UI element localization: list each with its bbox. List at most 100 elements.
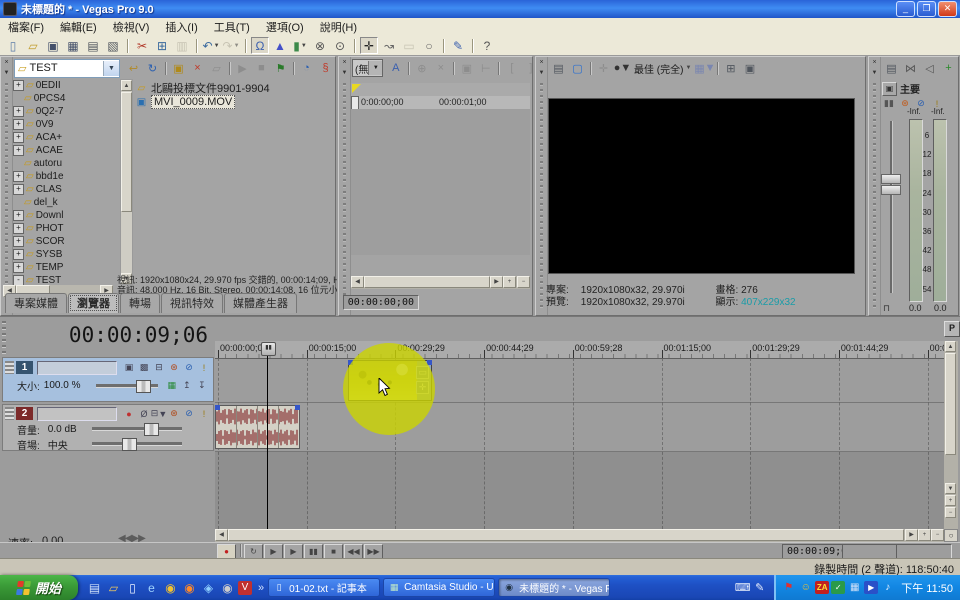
automation-settings-icon[interactable]: ⊟▼ <box>152 407 166 420</box>
tree-item[interactable]: ▱0PCS4 <box>13 92 133 105</box>
delete-subclip-icon[interactable]: × <box>432 60 449 76</box>
tab-3[interactable]: 轉場 <box>120 293 160 313</box>
menu-item[interactable]: 檢視(V) <box>105 18 158 36</box>
lock-fader-icon[interactable]: ⊓ <box>883 303 890 314</box>
tree-item[interactable]: ▱autoru <box>13 157 133 170</box>
tab-4[interactable]: 視訊特效 <box>161 293 223 313</box>
chevron-down-icon[interactable]: ▼ <box>685 65 691 71</box>
save-markers-icon[interactable]: ▣ <box>458 60 475 76</box>
tab-2[interactable]: 瀏覽器 <box>68 293 119 313</box>
slider-thumb[interactable] <box>122 438 137 451</box>
arm-for-record-icon[interactable]: ● <box>122 407 136 420</box>
project-properties-icon[interactable]: ▧ <box>104 37 122 54</box>
ignore-event-grouping-icon[interactable]: ⊗ <box>311 37 329 54</box>
copy-icon[interactable]: ⊞ <box>153 37 171 54</box>
paste-icon[interactable]: ▥ <box>173 37 191 54</box>
trimmer-cursor-flag[interactable] <box>351 96 359 110</box>
dim-output-icon[interactable]: ◁ <box>921 60 938 76</box>
invert-phase-icon[interactable]: Ø <box>137 407 151 420</box>
tree-item[interactable]: +▱0EDII <box>13 79 133 92</box>
tab-1[interactable]: 專案媒體 <box>5 293 67 313</box>
compositing-mode-icon[interactable]: ▩ <box>137 361 151 374</box>
taskbar-clock[interactable]: 下午 11:50 <box>901 580 953 596</box>
tree-item[interactable]: +▱ACAE <box>13 144 133 157</box>
pan-slider[interactable] <box>92 442 182 446</box>
scroll-thumb[interactable] <box>364 276 490 288</box>
tree-expander-icon[interactable]: + <box>13 223 24 234</box>
envelope-edit-tool-icon[interactable]: ↝ <box>380 37 398 54</box>
trimmer-timecode[interactable]: 00:00:00;00 <box>343 295 419 310</box>
chevron-down-icon[interactable]: ▼ <box>705 62 716 74</box>
close-icon[interactable]: × <box>870 59 879 68</box>
volume-slider[interactable] <box>92 427 182 431</box>
interactive-tutorials-icon[interactable]: ✎ <box>449 37 467 54</box>
menu-item[interactable]: 說明(H) <box>312 18 365 36</box>
slider-thumb[interactable] <box>144 423 159 436</box>
track-drag-handle[interactable] <box>5 361 14 374</box>
start-preview-icon[interactable]: ▶ <box>234 60 251 76</box>
mute-icon[interactable]: ⊘ <box>182 407 196 420</box>
cursor-position-timecode[interactable]: 00:00:09;06 <box>782 544 844 559</box>
tab-5[interactable]: 媒體產生器 <box>224 293 297 313</box>
tree-expander-icon[interactable]: + <box>13 184 24 195</box>
tree-item[interactable]: +▱SYSB <box>13 248 133 261</box>
delete-icon[interactable]: × <box>189 60 206 76</box>
chevron-down-icon[interactable]: ▼ <box>301 43 307 49</box>
taskbar-task-button[interactable]: ▦Camtasia Studio - Unti... <box>383 578 495 597</box>
tree-item[interactable]: +▱PHOT <box>13 222 133 235</box>
slider-thumb[interactable] <box>136 380 151 393</box>
timeline-ruler[interactable]: 00:00:00;0000:00:15;0000:00:29;2900:00:4… <box>215 341 944 359</box>
get-media-from-web-icon[interactable]: § <box>317 60 334 76</box>
tree-expander-icon[interactable]: + <box>13 106 24 117</box>
scroll-thumb[interactable] <box>228 529 904 541</box>
selection-start-timecode[interactable] <box>842 544 898 559</box>
show-desktop-icon[interactable]: ▤ <box>86 579 103 596</box>
track-name-field[interactable] <box>37 361 117 375</box>
split-trim-icon[interactable]: ⊢ <box>477 60 494 76</box>
audio-track-header[interactable]: 2 ●Ø⊟▼⊛⊘! 音量: 0.0 dB 音場: 中央 <box>2 404 214 451</box>
menu-item[interactable]: 選項(O) <box>258 18 312 36</box>
tree-expander-icon[interactable]: + <box>13 119 24 130</box>
automation-settings-icon[interactable]: ⊟ <box>152 361 166 374</box>
messenger-status-tray-icon[interactable]: ☺ <box>798 580 813 595</box>
scroll-thumb[interactable] <box>121 92 132 212</box>
trimmer-scrollbar[interactable]: ◀ ▶ + − <box>351 276 530 289</box>
explorer-grip[interactable]: × ▼ <box>1 57 13 315</box>
normal-edit-tool-icon[interactable]: ✛ <box>360 37 378 54</box>
zoom-in-icon[interactable]: + <box>918 529 931 541</box>
zoom-out-icon[interactable]: − <box>931 529 944 541</box>
split-screen-select-icon[interactable]: ✛ <box>595 60 612 76</box>
selection-length-timecode[interactable] <box>896 544 952 559</box>
close-button[interactable]: ✕ <box>938 1 957 17</box>
external-monitor-icon[interactable]: ▢ <box>569 60 586 76</box>
tree-expander-icon[interactable]: + <box>13 249 24 260</box>
menu-item[interactable]: 插入(I) <box>157 18 205 36</box>
zoom-out-vertical-icon[interactable]: − <box>945 507 956 518</box>
zoom-out-icon[interactable]: − <box>517 276 530 288</box>
video-preview-screen[interactable] <box>548 98 855 274</box>
auto-preview-icon[interactable]: ⚑ <box>272 60 289 76</box>
downmix-output-icon[interactable]: ⋈ <box>902 60 919 76</box>
chevron-down-icon[interactable]: ▼ <box>234 43 240 49</box>
tree-expander-icon[interactable]: + <box>13 236 24 247</box>
recording-flag-tray-icon[interactable]: ⚑ <box>781 580 796 595</box>
tree-expander-icon[interactable]: + <box>13 145 24 156</box>
track-number[interactable]: 1 <box>16 361 33 374</box>
tree-item[interactable]: +▱Downl <box>13 209 133 222</box>
chevron-down-icon[interactable]: ▼ <box>103 61 119 76</box>
volume-tray-icon[interactable]: ♪ <box>880 580 895 595</box>
timeline-vertical-scrollbar[interactable]: ▲ ▼ + − <box>944 341 958 529</box>
render-as-icon[interactable]: ▦ <box>64 37 82 54</box>
bus-icon[interactable]: ▣ <box>882 82 897 96</box>
bypass-motion-blur-icon[interactable]: ▣ <box>122 361 136 374</box>
messenger-icon[interactable]: ◈ <box>200 579 217 596</box>
vegas-capture-icon[interactable]: V <box>238 581 252 595</box>
tree-item[interactable]: +▱TEMP <box>13 261 133 274</box>
lock-envelopes-icon[interactable]: ⊙ <box>331 37 349 54</box>
enable-snapping-icon[interactable]: Ω <box>251 37 269 54</box>
chrome-icon[interactable]: ◉ <box>162 579 179 596</box>
zoom-tool-icon[interactable]: ○ <box>944 529 958 542</box>
chevron-down-icon[interactable]: ▼ <box>368 61 382 75</box>
zonealarm-tray-icon[interactable]: ZA <box>815 581 829 594</box>
ripple-edits-icon[interactable]: ▮▼ <box>291 37 309 54</box>
